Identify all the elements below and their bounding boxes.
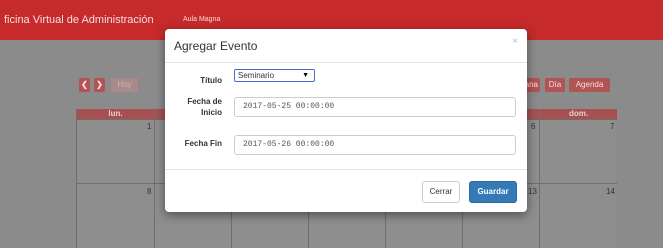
end-date-input[interactable]: 2017-05-26 00:00:00 [234,135,516,155]
end-date-label: Fecha Fin [184,139,222,148]
calendar-agenda-view-button[interactable]: Agenda [569,78,610,92]
event-type-selected-value: Seminario [238,71,275,80]
close-button[interactable]: Cerrar [422,181,460,203]
weekday-header-sun: dom. [568,109,589,118]
calendar-day-view-button[interactable]: Día [545,78,565,92]
save-button[interactable]: Guardar [469,181,517,203]
start-date-label-line2: Inicio [201,108,222,117]
chevron-left-icon: ❮ [81,80,88,89]
day-number[interactable]: 6 [531,122,535,131]
close-icon[interactable]: × [512,36,518,47]
start-date-label-line1: Fecha de [187,97,222,106]
day-number[interactable]: 7 [610,122,614,131]
chevron-right-icon: ❯ [96,80,103,89]
calendar-prev-button[interactable]: ❮ [79,78,90,92]
event-type-select[interactable]: Seminario ▼ [234,69,315,82]
grid-divider [154,109,155,248]
modal-header: Agregar Evento × [165,29,527,63]
start-date-input[interactable]: 2017-05-25 00:00:00 [234,97,516,117]
day-number[interactable]: 13 [528,187,537,196]
start-date-label: Fecha de Inicio [174,96,222,118]
day-number[interactable]: 14 [606,187,615,196]
grid-divider [539,109,540,248]
caret-down-icon: ▼ [302,72,309,79]
app-brand[interactable]: ficina Virtual de Administración [4,14,154,26]
day-number[interactable]: 8 [147,187,151,196]
weekday-header-mon: lun. [108,109,123,118]
nav-link-aula-magna[interactable]: Aula Magna [183,16,220,23]
calendar-next-button[interactable]: ❯ [94,78,105,92]
title-label: Título [200,76,222,85]
modal-footer: Cerrar Guardar [165,169,527,212]
calendar-today-button[interactable]: Hoy [111,78,138,92]
day-number[interactable]: 1 [147,122,151,131]
modal-title: Agregar Evento [174,39,258,53]
add-event-modal: Agregar Evento × Título Seminario ▼ Fech… [165,29,527,212]
